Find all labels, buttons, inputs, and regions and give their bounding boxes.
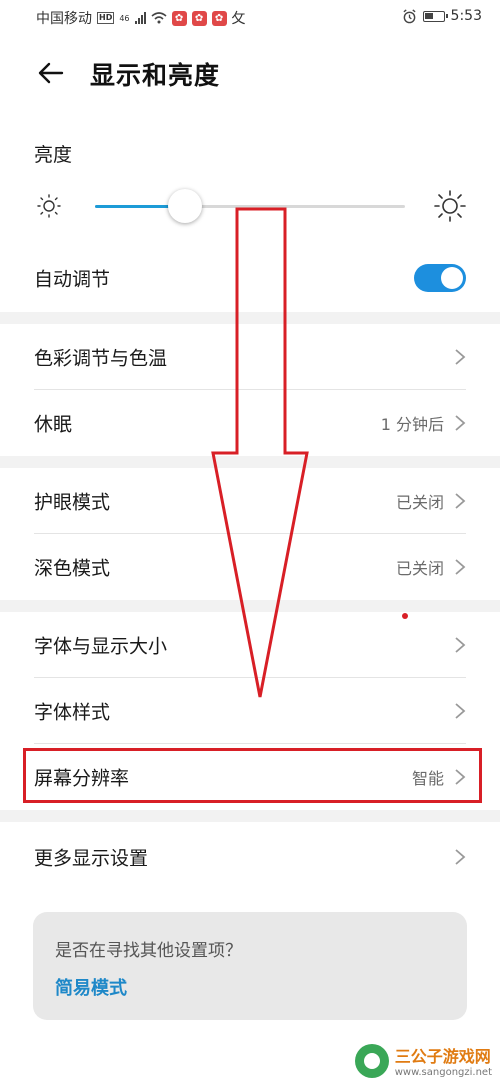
auto-adjust-toggle[interactable] — [414, 264, 466, 292]
row-more-display-settings[interactable]: 更多显示设置 — [0, 824, 500, 890]
header: 显示和亮度 — [0, 34, 500, 120]
row-label: 色彩调节与色温 — [34, 347, 168, 370]
chevron-right-icon — [455, 703, 466, 719]
chevron-right-icon — [455, 559, 466, 575]
watermark: 三公子游戏网 www.sangongzi.net — [354, 1043, 492, 1078]
brightness-high-icon — [434, 190, 466, 222]
settings-page: 中国移动 HD 46 ✿ ✿ ✿ 攵 5:53 显示和亮度 亮度 自动调节 色彩… — [0, 0, 500, 1084]
chevron-right-icon — [455, 493, 466, 509]
app-notification-icon: ✿ — [171, 10, 187, 26]
chevron-right-icon — [455, 415, 466, 431]
app-notification-icon: ✿ — [191, 10, 207, 26]
annotation-dot — [402, 613, 408, 619]
chevron-right-icon — [455, 637, 466, 653]
clock: 5:53 — [450, 8, 482, 24]
brightness-slider[interactable] — [95, 205, 405, 208]
watermark-url: www.sangongzi.net — [394, 1067, 492, 1078]
app-notification-icon: ✿ — [211, 10, 227, 26]
extra-status-icon: 攵 — [231, 11, 246, 27]
row-dark-mode[interactable]: 深色模式 已关闭 — [0, 534, 500, 600]
alarm-icon — [403, 8, 416, 23]
wifi-icon — [151, 12, 167, 24]
row-label: 休眠 — [34, 413, 73, 436]
row-value: 已关闭 — [395, 493, 444, 512]
watermark-title: 三公子游戏网 — [394, 1047, 491, 1066]
watermark-text: 三公子游戏网 www.sangongzi.net — [395, 1043, 492, 1078]
chevron-right-icon — [455, 349, 466, 365]
page-title: 显示和亮度 — [90, 61, 221, 90]
watermark-logo-icon — [354, 1043, 389, 1078]
suggestion-question: 是否在寻找其他设置项？ — [55, 941, 242, 961]
network-type: 46 — [119, 13, 130, 23]
row-label: 更多显示设置 — [34, 847, 149, 870]
simple-mode-link[interactable]: 简易模式 — [55, 974, 127, 1000]
suggestion-card: 是否在寻找其他设置项？ 简易模式 — [33, 912, 467, 1020]
status-bar: 中国移动 HD 46 ✿ ✿ ✿ 攵 5:53 — [0, 0, 500, 34]
row-font-display-size[interactable]: 字体与显示大小 — [0, 612, 500, 678]
row-eye-comfort[interactable]: 护眼模式 已关闭 — [0, 468, 500, 534]
row-value: 已关闭 — [395, 559, 444, 578]
row-sleep[interactable]: 休眠 1 分钟后 — [0, 390, 500, 456]
battery-icon — [422, 10, 448, 22]
brightness-label: 亮度 — [34, 144, 73, 166]
brightness-slider-thumb[interactable] — [167, 189, 202, 223]
row-label: 深色模式 — [34, 557, 111, 580]
toggle-knob — [441, 267, 463, 289]
row-label: 字体样式 — [34, 701, 111, 724]
row-value: 1 分钟后 — [380, 415, 444, 434]
status-left: 中国移动 HD 46 ✿ ✿ ✿ 攵 — [36, 8, 246, 28]
row-color-temperature[interactable]: 色彩调节与色温 — [0, 324, 500, 390]
settings-group-modes: 护眼模式 已关闭 深色模式 已关闭 — [0, 468, 500, 600]
signal-icon — [134, 12, 146, 24]
row-label: 护眼模式 — [34, 491, 111, 514]
row-label: 字体与显示大小 — [34, 635, 168, 658]
carrier-name: 中国移动 — [36, 11, 92, 27]
status-right: 5:53 — [402, 8, 482, 24]
chevron-right-icon — [455, 849, 466, 865]
settings-group-color: 色彩调节与色温 休眠 1 分钟后 — [0, 324, 500, 456]
brightness-low-icon — [37, 194, 61, 218]
hd-icon: HD — [97, 12, 115, 24]
auto-adjust-row[interactable]: 自动调节 — [0, 245, 500, 311]
row-font-style[interactable]: 字体样式 — [0, 678, 500, 744]
auto-adjust-label: 自动调节 — [34, 268, 111, 291]
highlight-box — [23, 748, 482, 803]
back-arrow-icon[interactable] — [34, 56, 68, 90]
